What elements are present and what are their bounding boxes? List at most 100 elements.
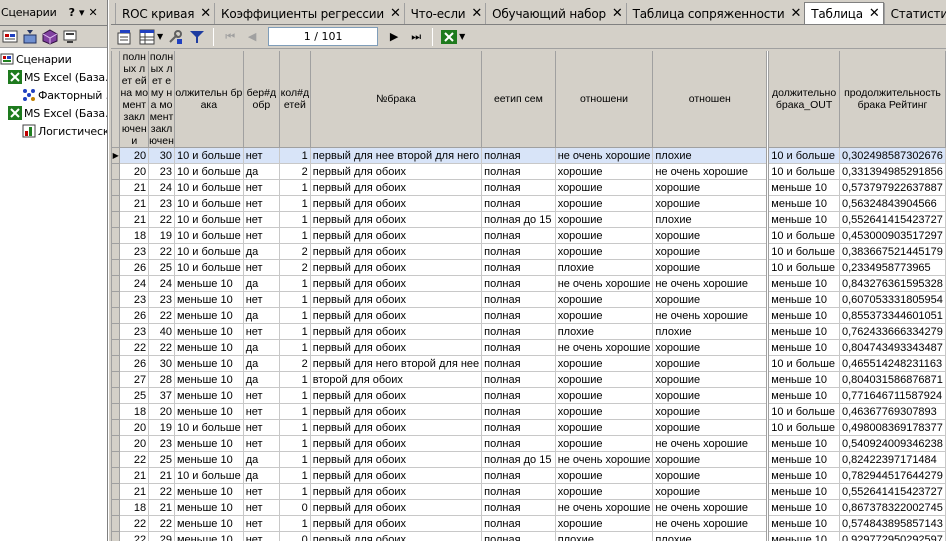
table-cell[interactable]: полная [481,499,556,516]
table-row[interactable]: 26 22 меньше 10 да 1 первый для обоих полная хо… [111,307,946,324]
table-cell[interactable]: нет [242,499,280,516]
table-cell[interactable]: первый для обоих [309,419,483,436]
filter-icon[interactable] [187,27,207,47]
table-cell[interactable]: меньше 10 [173,387,244,404]
table-cell[interactable]: 22 [119,515,150,532]
table-cell[interactable]: 10 и больше [766,403,840,420]
table-cell[interactable]: 10 и больше [173,419,244,436]
table-cell[interactable]: да [242,275,280,292]
table-cell[interactable]: 18 [119,403,150,420]
table-cell[interactable]: не очень хорошие [554,499,654,516]
table-cell[interactable]: хорошие [554,227,654,244]
table-cell[interactable]: 18 [119,499,150,516]
table-cell[interactable]: хорошие [652,403,769,420]
table-cell[interactable]: 0,56324843904566 [838,195,946,212]
table-cell[interactable]: 10 и больше [766,243,840,260]
table-cell[interactable]: 19 [148,419,175,436]
table-cell[interactable]: первый для обоих [309,275,483,292]
table-cell[interactable]: 0,552641415423727 [838,211,946,228]
table-cell[interactable]: хорошие [652,259,769,276]
first-page-icon[interactable]: ⏮ [220,27,240,47]
table-cell[interactable]: первый для обоих [309,163,483,180]
export-excel-icon[interactable] [439,27,459,47]
table-cell[interactable]: 25 [148,259,175,276]
table-cell[interactable]: 22 [119,451,150,468]
table-cell[interactable]: 2 [278,243,311,260]
table-cell[interactable]: плохие [652,323,769,340]
row-indicator[interactable] [111,275,121,292]
table-cell[interactable]: 23 [119,243,150,260]
table-cell[interactable]: полная [481,275,556,292]
table-cell[interactable]: 21 [119,195,150,212]
row-indicator[interactable] [111,291,121,308]
table-cell[interactable]: полная [481,163,556,180]
table-cell[interactable]: 21 [119,211,150,228]
column-header[interactable]: еетип сем [481,51,556,148]
table-cell[interactable]: первый для обоих [309,291,483,308]
table-row[interactable]: 24 24 меньше 10 да 1 первый для обоих полная не… [111,275,946,292]
table-cell[interactable]: 1 [278,307,311,324]
table-cell[interactable]: полная [481,227,556,244]
table-cell[interactable]: меньше 10 [173,355,244,372]
table-cell[interactable]: 0,929772950292597 [838,531,946,541]
export-dropdown-icon[interactable]: ▼ [459,32,465,41]
table-cell[interactable]: 0,771646711587924 [838,387,946,404]
table-row[interactable]: 20 23 10 и больше да 2 первый для обоих полная… [111,163,946,180]
table-cell[interactable]: 21 [119,483,150,500]
table-cell[interactable]: полная до 15 [481,451,556,468]
table-cell[interactable]: нет [242,179,280,196]
table-cell[interactable]: полная [481,531,556,541]
tools-icon[interactable] [165,27,185,47]
table-cell[interactable]: 1 [278,323,311,340]
table-cell[interactable]: 1 [278,403,311,420]
table-cell[interactable]: меньше 10 [766,499,840,516]
table-row[interactable]: ▶ 20 30 10 и больше нет 1 первый для нее второ… [111,147,946,164]
table-cell[interactable]: нет [242,195,280,212]
table-cell[interactable]: не очень хорошие [652,275,769,292]
table-cell[interactable]: хорошие [554,243,654,260]
table-cell[interactable]: меньше 10 [173,371,244,388]
cube-icon[interactable] [42,28,58,45]
row-indicator[interactable] [111,259,121,276]
tab-roc-curve[interactable]: ROC кривая ✕ [115,3,214,24]
table-cell[interactable]: 28 [148,371,175,388]
table-cell[interactable]: 26 [119,259,150,276]
table-cell[interactable]: хорошие [554,179,654,196]
table-cell[interactable]: хорошие [554,435,654,452]
table-cell[interactable]: 24 [148,275,175,292]
tree-item-excel-1[interactable]: MS Excel (База… [0,68,107,86]
row-indicator[interactable] [111,323,121,340]
table-cell[interactable]: не очень хорошие [652,163,769,180]
tree-item-scenarios[interactable]: Сценарии [0,50,107,68]
table-cell[interactable]: 0,498008369178377 [838,419,946,436]
table-cell[interactable]: хорошие [652,371,769,388]
tab-contingency-table[interactable]: Таблица сопряженности ✕ [625,3,805,24]
table-cell[interactable]: хорошие [554,467,654,484]
table-row[interactable]: 22 29 меньше 10 нет 0 первый для обоих полная п… [111,531,946,541]
table-cell[interactable]: да [242,339,280,356]
wizard-icon[interactable] [2,29,18,45]
table-cell[interactable]: меньше 10 [766,339,840,356]
table-cell[interactable]: 1 [278,227,311,244]
table-cell[interactable]: 0,453000903517297 [838,227,946,244]
table-cell[interactable]: меньше 10 [766,435,840,452]
table-cell[interactable]: 10 и больше [766,355,840,372]
table-cell[interactable]: нет [242,291,280,308]
column-header[interactable]: полных лет ей на момент заключени [119,51,150,148]
table-row[interactable]: 22 22 меньше 10 нет 1 первый для обоих полная х… [111,515,946,532]
table-cell[interactable]: меньше 10 [173,483,244,500]
table-cell[interactable]: 10 и больше [766,147,840,164]
table-cell[interactable]: меньше 10 [173,515,244,532]
table-cell[interactable]: нет [242,435,280,452]
table-cell[interactable]: не очень хорошие [652,307,769,324]
table-cell[interactable]: первый для обоих [309,387,483,404]
table-cell[interactable]: полная [481,467,556,484]
table-cell[interactable]: плохие [652,147,769,164]
help-icon[interactable]: ? [69,6,75,19]
table-cell[interactable]: 1 [278,419,311,436]
table-cell[interactable]: полная [481,291,556,308]
table-cell[interactable]: первый для нее второй для него [309,147,483,164]
table-cell[interactable]: меньше 10 [173,339,244,356]
table-cell[interactable]: не очень хорошие [554,147,654,164]
table-cell[interactable]: 0,867378322002745 [838,499,946,516]
